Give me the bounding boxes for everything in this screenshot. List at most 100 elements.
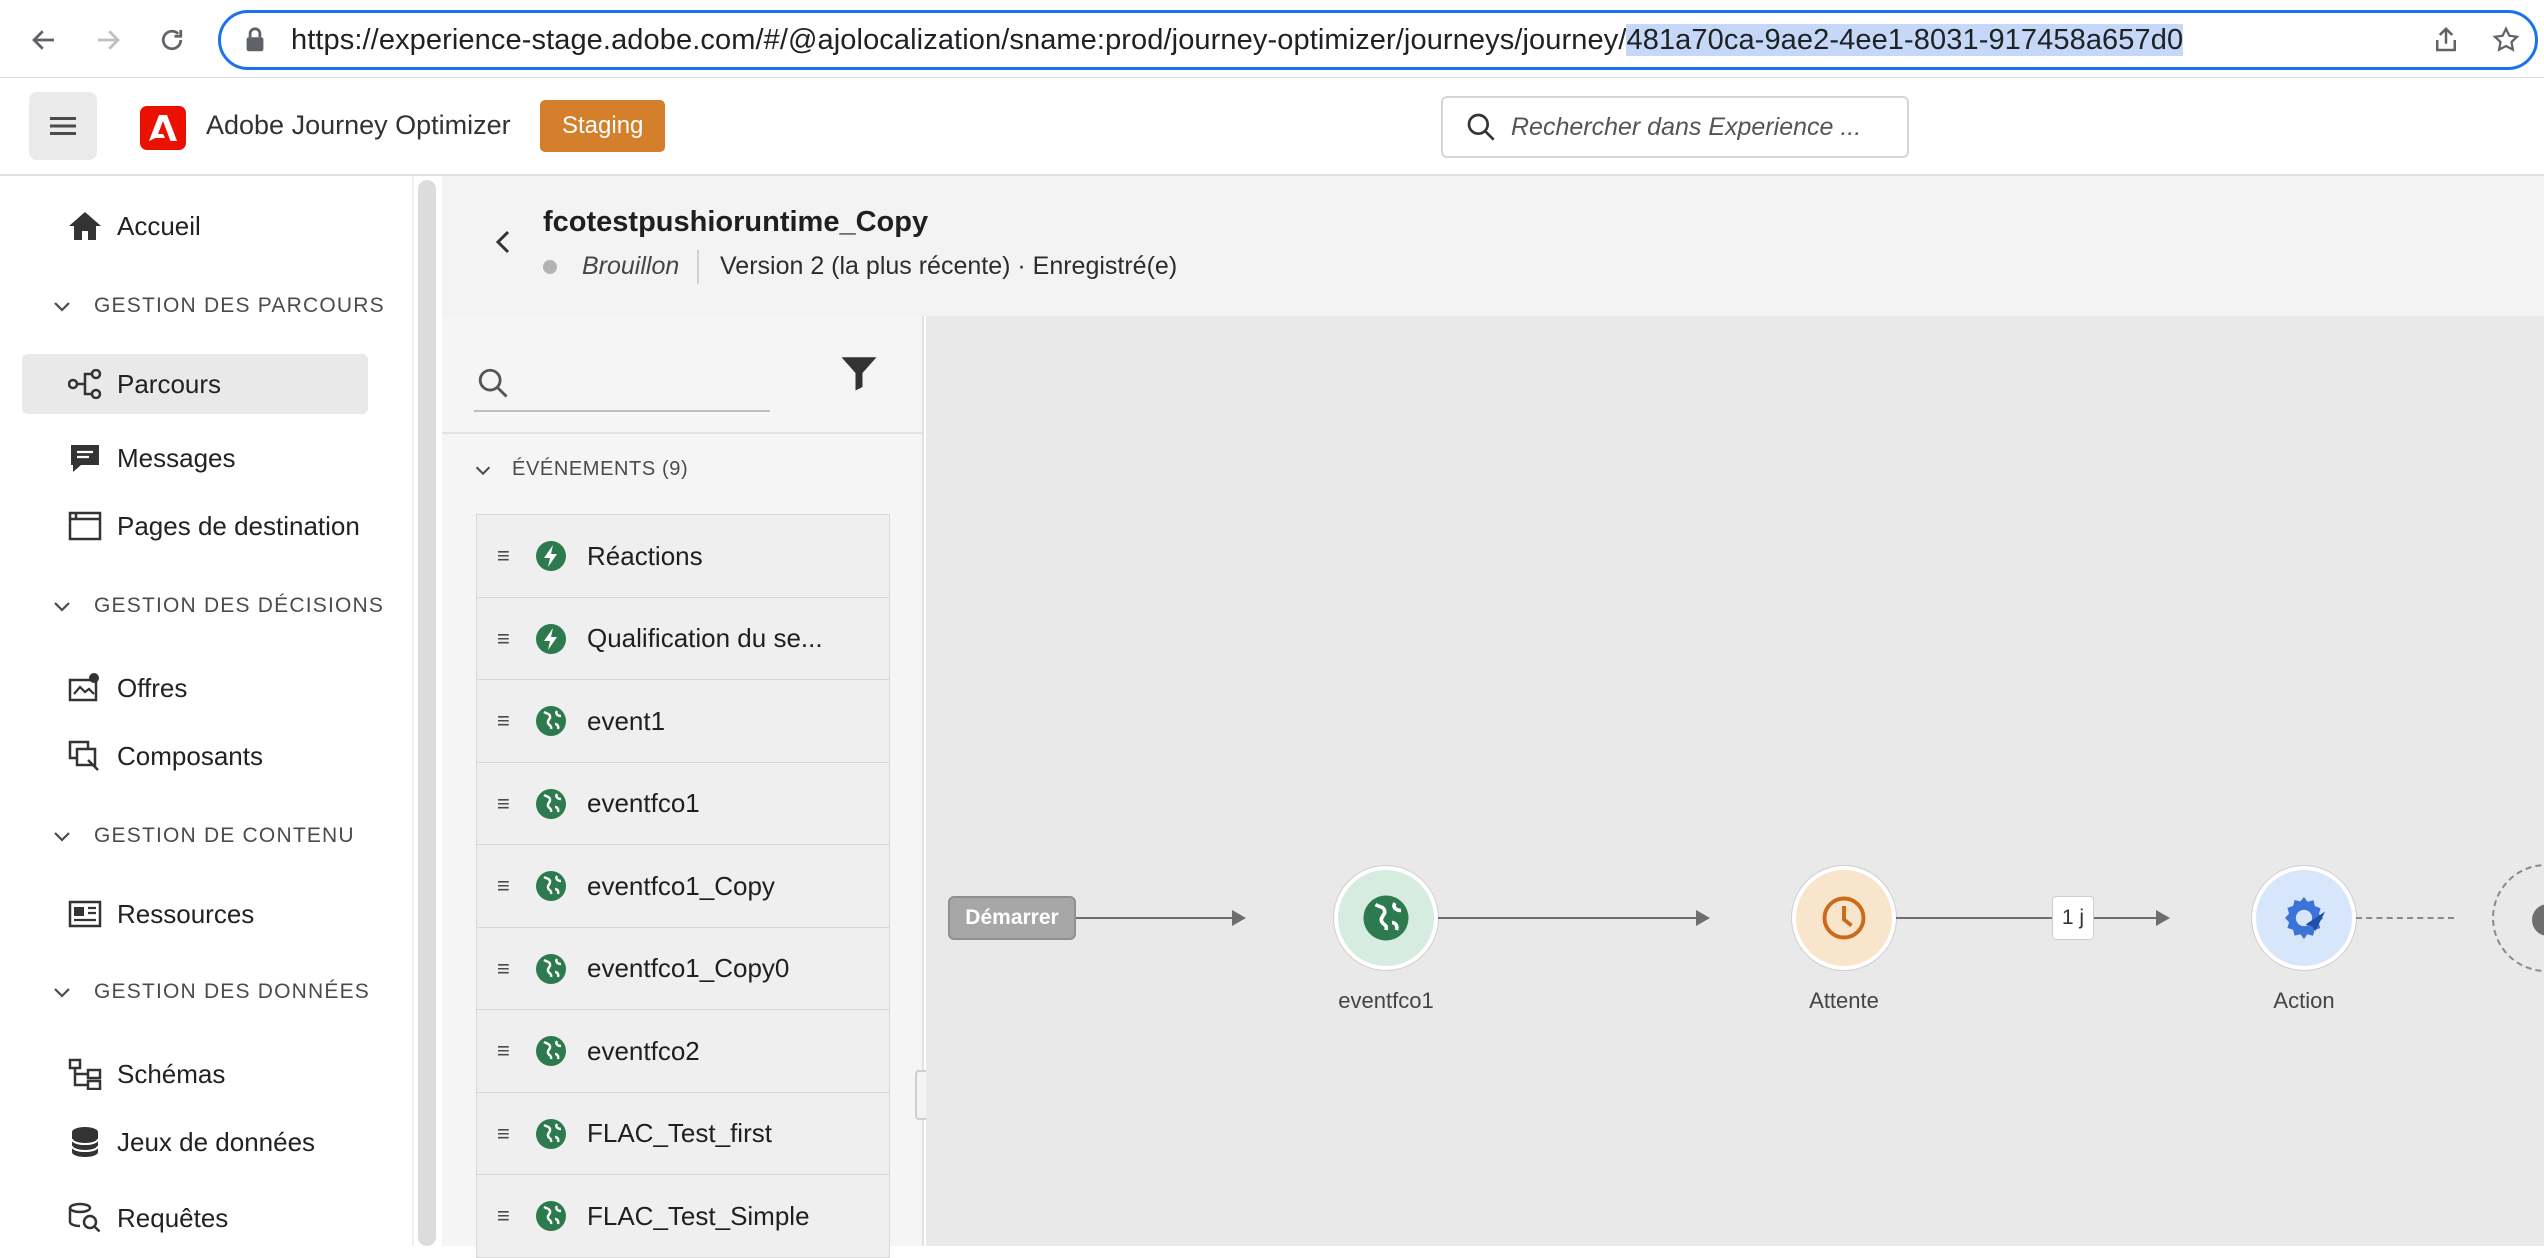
connector-line (1076, 917, 1238, 919)
journey-status: Brouillon (582, 252, 680, 280)
events-section-header[interactable]: ÉVÉNEMENTS (9) (472, 458, 688, 481)
chevron-down-icon (54, 302, 70, 312)
hamburger-menu-button[interactable] (29, 92, 97, 160)
drag-handle-icon[interactable]: ≡ (497, 708, 510, 734)
event-node[interactable] (1334, 866, 1438, 970)
lightning-icon (536, 623, 566, 654)
search-input[interactable] (1511, 112, 1891, 142)
sidebar-item-journeys[interactable]: Parcours (22, 354, 368, 414)
sidebar-item-offers[interactable]: Offres (22, 658, 368, 718)
palette-search[interactable] (474, 350, 770, 412)
home-icon (66, 207, 104, 245)
sidebar-item-home[interactable]: Accueil (22, 196, 368, 256)
share-icon[interactable] (2431, 25, 2461, 55)
list-item[interactable]: ≡ eventfco1_Copy0 (476, 926, 890, 1011)
drag-handle-icon[interactable]: ≡ (497, 626, 510, 652)
list-item[interactable]: ≡ eventfco2 (476, 1009, 890, 1093)
sidebar-item-messages[interactable]: Messages (22, 428, 368, 488)
globe-icon (536, 1036, 566, 1066)
start-node[interactable]: Démarrer (948, 896, 1076, 940)
journey-title[interactable]: fcotestpushioruntime_Copy (543, 206, 928, 239)
add-activity-node[interactable] (2492, 864, 2544, 972)
activity-palette: ÉVÉNEMENTS (9) ≡ Réactions ≡ Qualificati… (442, 316, 924, 1258)
sidebar-item-schemas[interactable]: Schémas (22, 1044, 368, 1104)
wait-duration-badge: 1 j (2052, 896, 2094, 940)
nav-scrollbar[interactable] (418, 180, 436, 1246)
browser-toolbar: https://experience-stage.adobe.com/#/@aj… (0, 0, 2544, 78)
drag-handle-icon[interactable]: ≡ (497, 873, 510, 899)
drag-handle-icon[interactable]: ≡ (497, 543, 510, 569)
nav-section-data[interactable]: GESTION DES DONNÉES (50, 980, 370, 1004)
sidebar-item-queries[interactable]: Requêtes (22, 1188, 368, 1248)
forward-arrow-icon[interactable] (86, 18, 130, 62)
sidebar-item-landing-pages[interactable]: Pages de destination (22, 496, 368, 556)
journey-header: fcotestpushioruntime_Copy Brouillon Vers… (442, 176, 2544, 316)
chevron-down-icon (475, 466, 491, 475)
list-item[interactable]: ≡ FLAC_Test_first (476, 1091, 890, 1176)
drag-handle-icon[interactable]: ≡ (497, 791, 510, 817)
back-button[interactable] (484, 222, 524, 262)
gear-icon (2284, 896, 2326, 940)
chevron-left-icon (495, 230, 510, 254)
connector-line (1896, 917, 2052, 919)
environment-badge: Staging (540, 100, 666, 152)
nav-section-content[interactable]: GESTION DE CONTENU (50, 824, 355, 848)
database-icon (66, 1123, 104, 1161)
clock-icon (1822, 896, 1866, 940)
arrow-head (2156, 910, 2170, 926)
drag-handle-icon[interactable]: ≡ (497, 1121, 510, 1147)
journey-version: Version 2 (la plus récente) · Enregistré… (720, 252, 1178, 280)
connector-line (2094, 917, 2162, 919)
list-item[interactable]: ≡ FLAC_Test_Simple (476, 1174, 890, 1258)
left-navigation: Accueil GESTION DES PARCOURS Parcours Me… (0, 176, 412, 1246)
sidebar-item-components[interactable]: Composants (22, 726, 368, 786)
query-icon (66, 1199, 104, 1237)
journey-canvas[interactable]: Démarrer eventfco1 Attente 1 j Action (926, 316, 2544, 1246)
nav-section-journeys[interactable]: GESTION DES PARCOURS (50, 294, 385, 318)
reload-icon[interactable] (150, 18, 194, 62)
node-label: eventfco1 (1338, 988, 1434, 1013)
connector-line (1438, 917, 1702, 919)
chevron-down-icon (54, 988, 70, 998)
back-arrow-icon[interactable] (22, 18, 66, 62)
globe-icon (536, 953, 566, 984)
list-item[interactable]: ≡ Réactions (476, 514, 890, 598)
list-item[interactable]: ≡ eventfco1_Copy (476, 844, 890, 928)
nav-section-decisions[interactable]: GESTION DES DÉCISIONS (50, 594, 384, 618)
arrow-head (1696, 910, 1710, 926)
assets-icon (66, 895, 104, 933)
action-node[interactable] (2252, 866, 2356, 970)
drag-handle-icon[interactable]: ≡ (497, 1038, 510, 1064)
sidebar-item-assets[interactable]: Ressources (22, 884, 368, 944)
drag-handle-icon[interactable]: ≡ (497, 1203, 510, 1229)
globe-icon (1363, 895, 1409, 941)
globe-icon (536, 871, 566, 901)
adobe-logo-icon[interactable] (140, 106, 186, 150)
status-divider (697, 250, 699, 284)
filter-icon[interactable] (838, 352, 880, 394)
components-icon (66, 737, 104, 775)
connector-dashed-line (2356, 917, 2454, 919)
chevron-down-icon (54, 602, 70, 612)
globe-icon (536, 1118, 566, 1149)
bookmark-star-icon[interactable] (2491, 25, 2521, 55)
drag-handle-icon[interactable]: ≡ (497, 956, 510, 982)
list-item[interactable]: ≡ Qualification du se... (476, 596, 890, 681)
journey-icon (66, 365, 104, 403)
globe-icon (536, 788, 566, 819)
wait-node[interactable] (1792, 866, 1896, 970)
search-icon (478, 368, 508, 398)
globe-icon (536, 706, 566, 736)
app-name[interactable]: Adobe Journey Optimizer (206, 110, 511, 141)
nav-divider (412, 176, 414, 1246)
global-search[interactable] (1441, 96, 1909, 158)
offers-icon (66, 669, 104, 707)
address-bar[interactable]: https://experience-stage.adobe.com/#/@aj… (218, 10, 2538, 70)
lightning-icon (536, 541, 566, 571)
events-list: ≡ Réactions ≡ Qualification du se... ≡ e… (476, 514, 890, 1258)
list-item[interactable]: ≡ eventfco1 (476, 761, 890, 846)
list-item[interactable]: ≡ event1 (476, 679, 890, 763)
sidebar-item-datasets[interactable]: Jeux de données (22, 1112, 368, 1172)
add-icon (2532, 904, 2544, 936)
arrow-head (1232, 910, 1246, 926)
